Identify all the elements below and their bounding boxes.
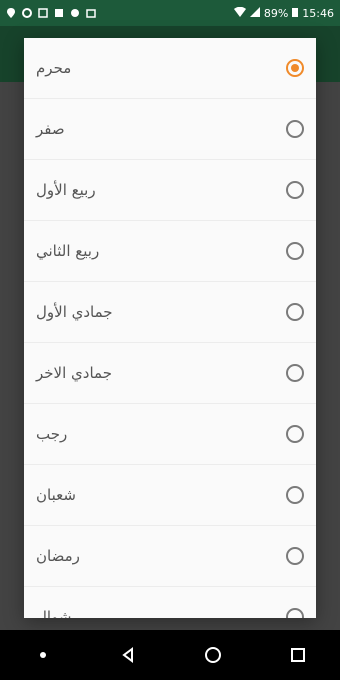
signal-icon xyxy=(249,6,260,20)
radio-button[interactable] xyxy=(286,364,304,382)
radio-button[interactable] xyxy=(286,242,304,260)
radio-button[interactable] xyxy=(286,303,304,321)
month-option[interactable]: محرم xyxy=(24,38,316,99)
photo-icon xyxy=(38,8,48,18)
clock: 15:46 xyxy=(302,6,334,20)
back-icon[interactable] xyxy=(116,643,140,667)
navigation-bar xyxy=(0,630,340,680)
radio-button[interactable] xyxy=(286,425,304,443)
app-icon xyxy=(54,8,64,18)
notification-icons xyxy=(6,8,96,18)
month-label: رمضان xyxy=(36,547,80,565)
month-list: محرم صفر ربيع الأول ربيع الثاني جمادي ال… xyxy=(24,38,316,618)
battery-percent: 89% xyxy=(263,6,289,20)
month-label: صفر xyxy=(36,120,65,138)
month-label: شوال xyxy=(36,608,72,618)
month-option[interactable]: ربيع الثاني xyxy=(24,221,316,282)
month-label: رجب xyxy=(36,425,68,443)
month-label: جمادي الأول xyxy=(36,303,113,321)
month-option[interactable]: رمضان xyxy=(24,526,316,587)
wifi-icon xyxy=(233,6,246,20)
radio-button[interactable] xyxy=(286,120,304,138)
month-option[interactable]: جمادي الأول xyxy=(24,282,316,343)
month-option[interactable]: ربيع الأول xyxy=(24,160,316,221)
radio-button[interactable] xyxy=(286,547,304,565)
month-option[interactable]: شعبان xyxy=(24,465,316,526)
month-option[interactable]: شوال xyxy=(24,587,316,618)
month-label: شعبان xyxy=(36,486,76,504)
radio-button[interactable] xyxy=(286,486,304,504)
recents-icon[interactable] xyxy=(286,643,310,667)
status-bar: 89% 15:46 xyxy=(0,0,340,26)
radio-button[interactable] xyxy=(286,181,304,199)
month-picker-dialog: محرم صفر ربيع الأول ربيع الثاني جمادي ال… xyxy=(24,38,316,618)
month-label: ربيع الأول xyxy=(36,181,96,199)
month-label: ربيع الثاني xyxy=(36,242,100,260)
home-icon[interactable] xyxy=(201,643,225,667)
record-icon xyxy=(70,8,80,18)
month-option[interactable]: رجب xyxy=(24,404,316,465)
system-status: 89% 15:46 xyxy=(233,6,334,20)
location-icon xyxy=(6,8,16,18)
radio-button-selected[interactable] xyxy=(286,59,304,77)
calendar-icon xyxy=(86,8,96,18)
dot-icon[interactable] xyxy=(31,643,55,667)
month-label: جمادي الاخر xyxy=(36,364,112,382)
month-label: محرم xyxy=(36,59,72,77)
battery-icon xyxy=(292,7,299,20)
month-option[interactable]: جمادي الاخر xyxy=(24,343,316,404)
settings-icon xyxy=(22,8,32,18)
month-option[interactable]: صفر xyxy=(24,99,316,160)
radio-button[interactable] xyxy=(286,608,304,618)
